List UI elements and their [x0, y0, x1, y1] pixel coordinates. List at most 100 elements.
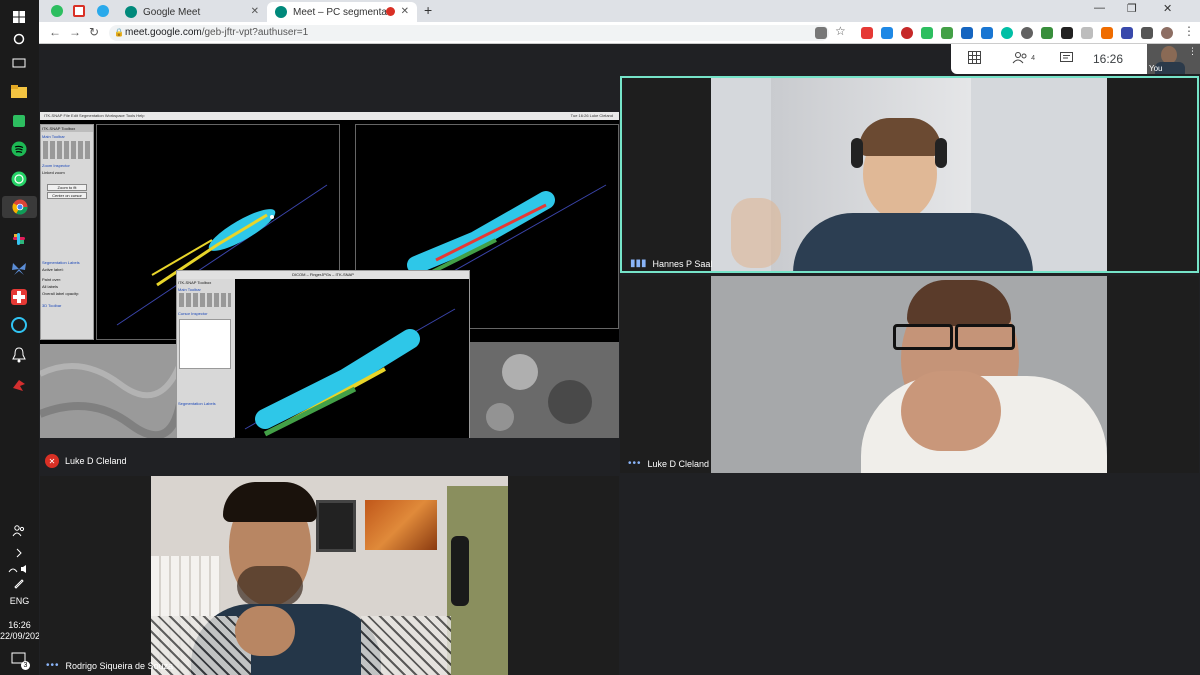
active-speaker-border: [620, 76, 1199, 273]
itk-menubar-right: Tue 16:26 Luke Cleland: [570, 113, 613, 118]
extension-icon[interactable]: [861, 27, 873, 39]
itk-zoom-to-fit-button: Zoom to fit: [47, 184, 87, 191]
action-center-icon[interactable]: 3: [8, 648, 30, 670]
itk-cursor-inspector-label: Cursor Inspector: [178, 311, 208, 316]
whatsapp-pinned-tab-icon[interactable]: [51, 5, 63, 17]
presenter-name: Luke D Cleland: [65, 456, 127, 466]
close-icon[interactable]: ✕: [251, 6, 259, 17]
gmail-pinned-tab-icon[interactable]: [73, 5, 85, 17]
menu-kebab-icon[interactable]: ⋮: [1183, 24, 1195, 38]
luke-video-feed: [711, 276, 1107, 473]
participants-button[interactable]: 4: [997, 51, 1043, 67]
itk-linked-zoom: Linked zoom: [42, 170, 65, 175]
medical-cross-app-icon[interactable]: [8, 286, 30, 308]
people-icon[interactable]: [8, 520, 30, 542]
self-view-tile[interactable]: You ⋮: [1147, 44, 1200, 74]
extension-icon[interactable]: [961, 27, 973, 39]
meet-clock: 16:26: [1093, 52, 1124, 66]
whatsapp-icon[interactable]: [8, 168, 30, 190]
extension-icon[interactable]: [1021, 27, 1033, 39]
itk-tool-buttons: [43, 141, 91, 159]
spotify-icon[interactable]: [8, 138, 30, 160]
itk-paint-over: Paint over:: [42, 277, 62, 282]
minimize-button[interactable]: —: [1094, 2, 1105, 14]
itk-all-labels: All labels: [42, 284, 59, 289]
pen-icon[interactable]: [8, 572, 30, 594]
new-tab-button[interactable]: +: [424, 2, 432, 18]
participants-count: 4: [1031, 54, 1035, 62]
screen-share-tile[interactable]: ITK-SNAP File Edit Segmentation Workspac…: [40, 112, 619, 438]
more-options-icon[interactable]: ⋮: [1188, 46, 1197, 57]
itk-3d-toolbar-label: 3D Toolbar: [42, 303, 62, 308]
butterfly-app-icon[interactable]: [8, 258, 30, 280]
more-dots-icon: •••: [46, 660, 60, 671]
evernote-app-icon[interactable]: [8, 110, 30, 132]
camera-permission-icon[interactable]: [815, 27, 827, 39]
lock-icon: 🔒: [114, 28, 124, 37]
rodrigo-label: ••• Rodrigo Siqueira de Souza: [46, 660, 173, 671]
file-explorer-icon[interactable]: [8, 80, 30, 102]
browser-tab-strip: Google Meet ✕ Meet – PC segmentation DA …: [39, 0, 1200, 22]
itk-front-main-toolbar: Main Toolbar: [178, 287, 201, 292]
opera-extension-icon[interactable]: [901, 27, 913, 39]
taskbar-clock-date[interactable]: 22/09/2020: [0, 631, 45, 642]
windows-start-icon[interactable]: [8, 6, 30, 28]
language-indicator[interactable]: ENG: [0, 596, 39, 607]
extension-icon[interactable]: [1121, 27, 1133, 39]
puzzle-extensions-icon[interactable]: [1141, 27, 1153, 39]
extension-icon[interactable]: [1081, 27, 1093, 39]
close-icon[interactable]: ✕: [401, 6, 409, 17]
recording-icon: [386, 7, 395, 16]
telegram-pinned-tab-icon[interactable]: [97, 5, 109, 17]
chrome-taskbar-icon[interactable]: [2, 196, 37, 218]
url-path: /geb-jftr-vpt?authuser=1: [201, 27, 309, 38]
participant-tile-luke[interactable]: ••• Luke D Cleland: [620, 276, 1199, 473]
tab-label: Google Meet: [143, 6, 201, 18]
checkmark-extension-icon[interactable]: [1041, 27, 1053, 39]
itk-active-label: Active label:: [42, 267, 64, 272]
luke-label: ••• Luke D Cleland: [628, 458, 709, 469]
tile-layout-icon[interactable]: [951, 51, 997, 67]
meet-favicon-icon: [125, 6, 137, 18]
slack-icon[interactable]: [8, 228, 30, 250]
window-close-button[interactable]: ✕: [1163, 2, 1172, 15]
itk-front-seg-labels: Segmentation Labels: [178, 401, 216, 406]
alexa-icon[interactable]: [8, 314, 30, 336]
itk-menubar: ITK-SNAP File Edit Segmentation Workspac…: [40, 112, 619, 120]
browser-toolbar: ← → ↻ 🔒 meet.google.com/geb-jftr-vpt?aut…: [39, 22, 1200, 44]
chat-icon[interactable]: [1043, 51, 1089, 67]
tab-meet-pc-segmentation[interactable]: Meet – PC segmentation DA ✕: [267, 2, 417, 22]
itk-front-window: DICOM – FingerJPGs – ITK-SNAP ITK-SNAP T…: [176, 270, 470, 438]
extension-icon[interactable]: [941, 27, 953, 39]
forward-arrow-icon[interactable]: →: [69, 25, 81, 39]
screen: ENG 16:26 22/09/2020 3 Google Meet ✕ Mee…: [0, 0, 1200, 675]
itk-zoom-inspector-label: Zoom Inspector: [42, 163, 70, 168]
address-bar[interactable]: 🔒 meet.google.com/geb-jftr-vpt?authuser=…: [109, 25, 829, 41]
windows-taskbar: ENG 16:26 22/09/2020 3: [0, 0, 45, 675]
grammarly-extension-icon[interactable]: [1001, 27, 1013, 39]
itk-front-window-title: DICOM – FingerJPGs – ITK-SNAP: [177, 271, 469, 279]
itk-intensity-table: [179, 319, 231, 369]
participant-tile-rodrigo[interactable]: ••• Rodrigo Siqueira de Souza: [40, 476, 619, 675]
calendar-extension-icon[interactable]: [981, 27, 993, 39]
taskbar-clock-time[interactable]: 16:26: [0, 620, 39, 631]
extension-icon[interactable]: [1101, 27, 1113, 39]
reload-icon[interactable]: ↻: [89, 25, 99, 39]
itk-front-toolbox-title: ITK-SNAP Toolbox: [178, 280, 212, 285]
red-bird-app-icon[interactable]: [8, 374, 30, 396]
mic-muted-icon: ✕: [45, 454, 59, 468]
extension-icon[interactable]: [1061, 27, 1073, 39]
itk-toolbox-title: ITK-SNAP Toolbox: [41, 125, 93, 132]
evernote-extension-icon[interactable]: [921, 27, 933, 39]
task-view-icon[interactable]: [8, 52, 30, 74]
itk-segmentation-labels-label: Segmentation Labels: [42, 260, 80, 265]
back-arrow-icon[interactable]: ←: [49, 25, 61, 39]
profile-avatar[interactable]: [1161, 27, 1173, 39]
bookmark-star-icon[interactable]: ☆: [835, 24, 846, 38]
itk-toolbox-panel: ITK-SNAP Toolbox Main Toolbar Zoom Inspe…: [40, 124, 94, 340]
maximize-button[interactable]: ❐: [1127, 2, 1137, 15]
cortana-search-icon[interactable]: [8, 28, 30, 50]
notification-bell-icon[interactable]: [8, 344, 30, 366]
extension-icon[interactable]: [881, 27, 893, 39]
tab-google-meet[interactable]: Google Meet ✕: [117, 2, 267, 22]
